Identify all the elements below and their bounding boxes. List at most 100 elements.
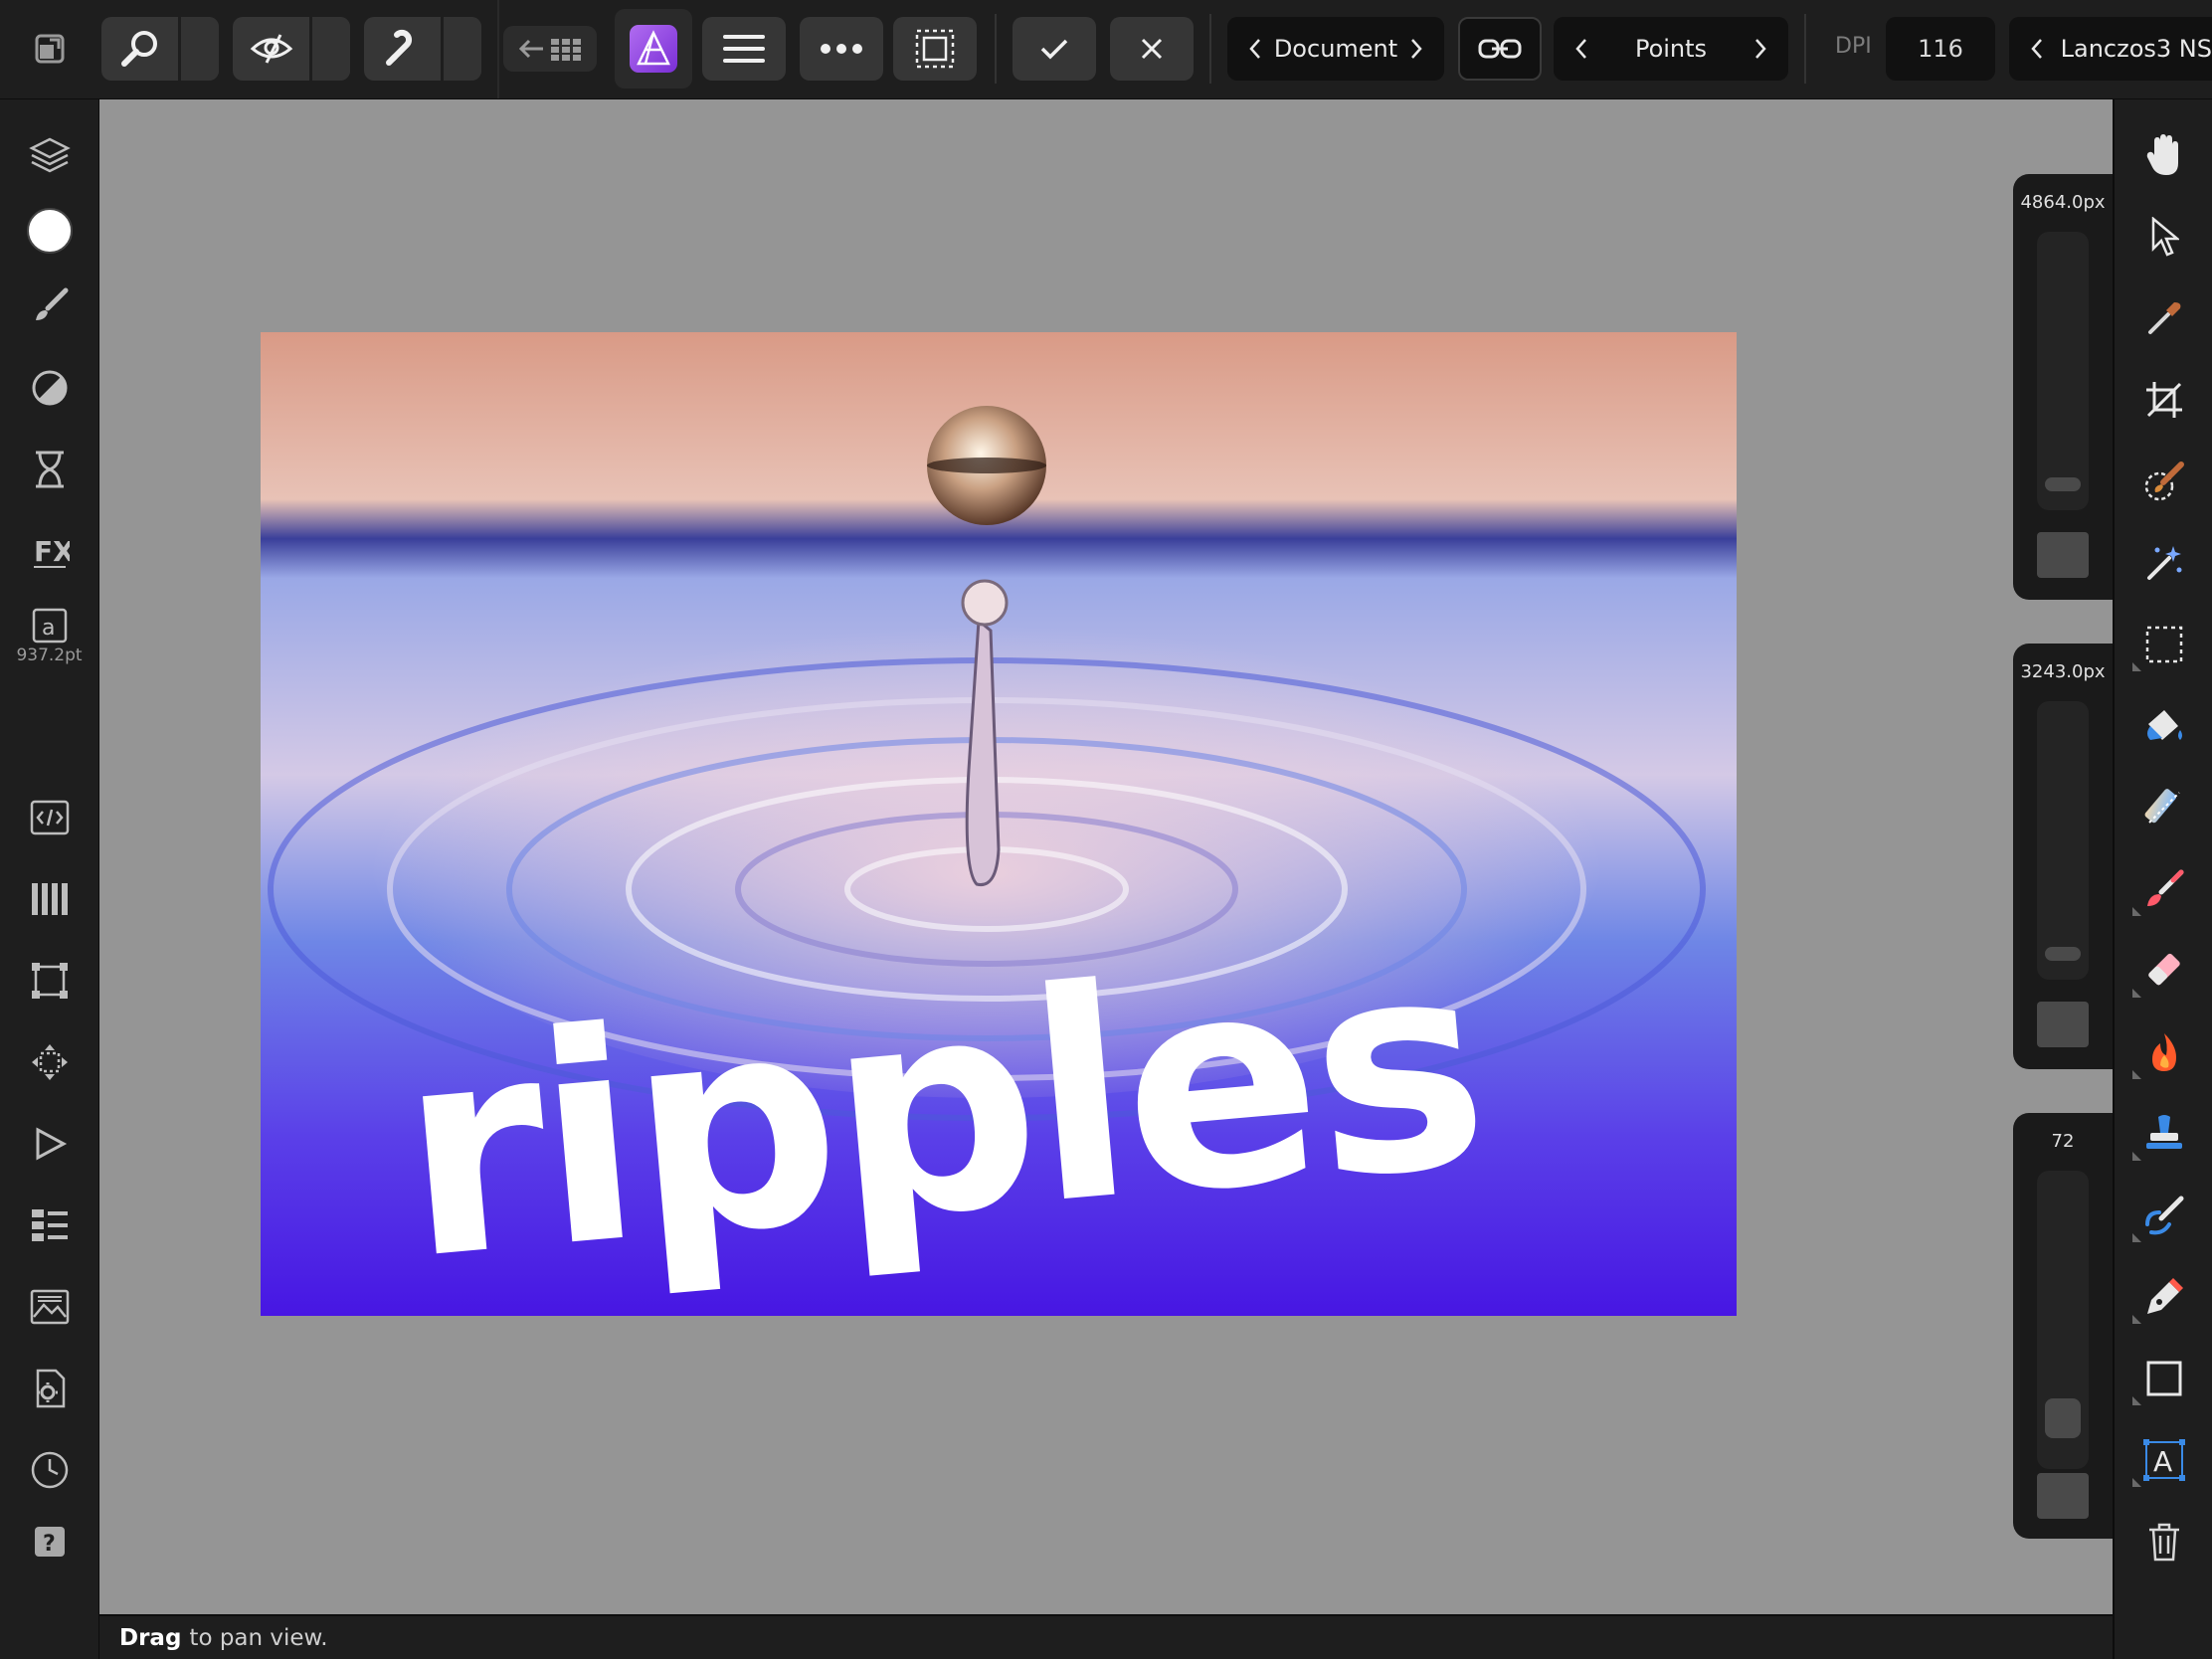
clone-stamp-icon xyxy=(2146,1115,2182,1149)
persona-button[interactable] xyxy=(615,9,692,89)
transform-studio-button[interactable] xyxy=(0,951,98,1011)
units-stepper[interactable]: Points xyxy=(1554,17,1788,81)
brushes-studio-button[interactable] xyxy=(0,276,98,336)
unit-scope-next-button[interactable] xyxy=(1406,38,1426,60)
unit-scope-prev-button[interactable] xyxy=(1245,38,1265,60)
marquee-icon xyxy=(2145,626,2183,663)
adjustments-icon xyxy=(32,370,67,406)
svg-text:?: ? xyxy=(43,1532,56,1557)
flood-fill-tool[interactable] xyxy=(2115,695,2212,757)
help-button[interactable]: ? xyxy=(0,1512,98,1571)
svg-text:FX: FX xyxy=(34,535,70,568)
smudge-tool[interactable] xyxy=(2115,1185,2212,1246)
chevron-right-icon xyxy=(1411,39,1422,59)
slider-3-track[interactable] xyxy=(2037,1171,2089,1469)
magic-wand-tool[interactable] xyxy=(2115,532,2212,594)
link-button[interactable] xyxy=(1458,17,1542,81)
channels-studio-button[interactable] xyxy=(0,869,98,929)
fx-studio-button[interactable]: FX xyxy=(0,521,98,581)
selection-brush-tool[interactable] xyxy=(2115,451,2212,512)
slider-3[interactable]: 72 xyxy=(2013,1113,2113,1539)
selection-mode-button[interactable] xyxy=(893,17,977,81)
affinity-photo-icon xyxy=(630,25,677,73)
burn-tool-more-indicator xyxy=(2132,1070,2141,1079)
paint-brush-icon xyxy=(2147,869,2184,906)
view-quality-button[interactable] xyxy=(233,17,350,81)
text-icon: a xyxy=(32,608,67,644)
snapping-button[interactable] xyxy=(364,17,481,81)
view-tool[interactable] xyxy=(2115,124,2212,186)
more-button[interactable] xyxy=(800,17,883,81)
text-studio-button[interactable]: a 937.2pt xyxy=(0,597,98,676)
hand-icon xyxy=(2146,134,2178,175)
clone-stamp-tool[interactable] xyxy=(2115,1103,2212,1165)
pen-tool[interactable] xyxy=(2115,1266,2212,1328)
svg-text:a: a xyxy=(42,616,55,641)
slider-1-track[interactable] xyxy=(2037,232,2089,510)
slider-2-track[interactable] xyxy=(2037,701,2089,980)
slider-1-swatch[interactable] xyxy=(2037,532,2089,578)
resample-prev-button[interactable] xyxy=(2027,38,2047,60)
move-tool[interactable] xyxy=(2115,206,2212,268)
image-icon xyxy=(30,1289,69,1325)
slider-3-swatch[interactable] xyxy=(2037,1473,2089,1519)
zoom-button[interactable] xyxy=(101,17,219,81)
document-image[interactable]: ripples xyxy=(261,332,1737,1316)
resample-stepper[interactable]: Lanczos3 NS xyxy=(2009,17,2212,81)
stock-icon xyxy=(31,1209,68,1241)
history-studio-button[interactable] xyxy=(0,440,98,499)
eraser-tool-more-indicator xyxy=(2132,989,2141,998)
slider-3-thumb[interactable] xyxy=(2045,1398,2081,1439)
pen-tool-more-indicator xyxy=(2132,1315,2141,1324)
crop-tool[interactable] xyxy=(2115,369,2212,431)
play-studio-button[interactable] xyxy=(0,1114,98,1174)
color-studio-button[interactable] xyxy=(0,201,98,261)
adjustments-studio-button[interactable] xyxy=(0,358,98,418)
navigator-studio-button[interactable] xyxy=(0,1032,98,1092)
slider-1-thumb[interactable] xyxy=(2045,477,2081,492)
rectangle-tool-more-indicator xyxy=(2132,1396,2141,1405)
apply-button[interactable] xyxy=(1013,17,1096,81)
units-prev-button[interactable] xyxy=(1571,38,1591,60)
slider-2[interactable]: 3243.0px xyxy=(2013,644,2113,1069)
color-picker-tool[interactable] xyxy=(2115,287,2212,349)
units-next-button[interactable] xyxy=(1751,38,1770,60)
gradient-icon xyxy=(2144,789,2180,824)
back-to-gallery-button[interactable] xyxy=(503,26,597,72)
eraser-tool[interactable] xyxy=(2115,940,2212,1002)
settings-studio-button[interactable] xyxy=(0,1359,98,1418)
pen-icon xyxy=(2147,1278,2183,1314)
marquee-tool[interactable] xyxy=(2115,614,2212,675)
navigator-icon xyxy=(31,1044,68,1080)
delete-button[interactable] xyxy=(2115,1511,2212,1572)
stock-studio-button[interactable] xyxy=(0,1196,98,1255)
macro-studio-button[interactable] xyxy=(0,788,98,847)
image-studio-button[interactable] xyxy=(0,1277,98,1337)
layers-studio-button[interactable] xyxy=(0,125,98,185)
slider-1[interactable]: 4864.0px xyxy=(2013,174,2113,600)
apply-icon xyxy=(1040,39,1068,60)
slider-2-swatch[interactable] xyxy=(2037,1002,2089,1047)
rectangle-tool[interactable] xyxy=(2115,1348,2212,1409)
flood-fill-icon xyxy=(2147,710,2182,740)
paint-brush-tool[interactable] xyxy=(2115,858,2212,920)
main-menu-button[interactable] xyxy=(702,17,786,81)
resample-value: Lanczos3 NS xyxy=(2060,35,2212,63)
view-mode-button[interactable] xyxy=(18,17,82,81)
dpi-field[interactable]: 116 xyxy=(1886,17,1995,81)
settings-icon xyxy=(36,1369,65,1408)
crop-icon xyxy=(2146,382,2182,418)
gradient-tool[interactable] xyxy=(2115,777,2212,838)
chevron-right-icon xyxy=(1755,39,1766,59)
slider-2-thumb[interactable] xyxy=(2045,947,2081,962)
link-icon xyxy=(1478,39,1522,59)
cancel-button[interactable] xyxy=(1110,17,1194,81)
text-tool[interactable]: A xyxy=(2115,1429,2212,1491)
unit-scope-stepper[interactable]: Document xyxy=(1227,17,1444,81)
clock-icon xyxy=(31,1451,68,1489)
burn-tool[interactable] xyxy=(2115,1021,2212,1083)
selection-brush-icon xyxy=(2144,461,2184,501)
clock-studio-button[interactable] xyxy=(0,1440,98,1500)
help-icon: ? xyxy=(34,1527,65,1557)
canvas-area[interactable]: ripples xyxy=(99,99,2113,1614)
